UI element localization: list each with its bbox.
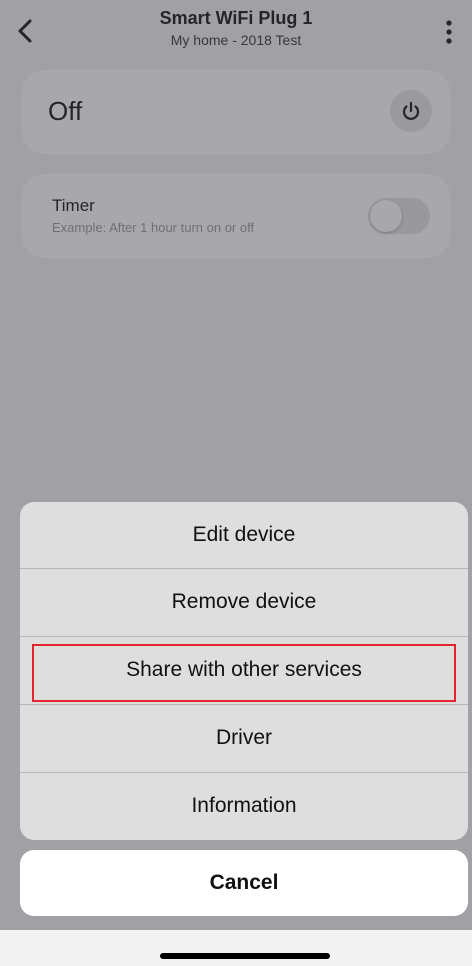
- home-indicator[interactable]: [160, 953, 330, 959]
- information-button[interactable]: Information: [20, 772, 468, 838]
- edit-device-button[interactable]: Edit device: [20, 502, 468, 568]
- device-screen: Smart WiFi Plug 1 My home - 2018 Test Of…: [0, 0, 472, 930]
- remove-device-button[interactable]: Remove device: [20, 568, 468, 634]
- share-with-other-services-button[interactable]: Share with other services: [20, 636, 468, 702]
- driver-button[interactable]: Driver: [20, 704, 468, 770]
- cancel-button[interactable]: Cancel: [20, 850, 468, 916]
- action-sheet: Edit device Remove device Share with oth…: [20, 502, 468, 840]
